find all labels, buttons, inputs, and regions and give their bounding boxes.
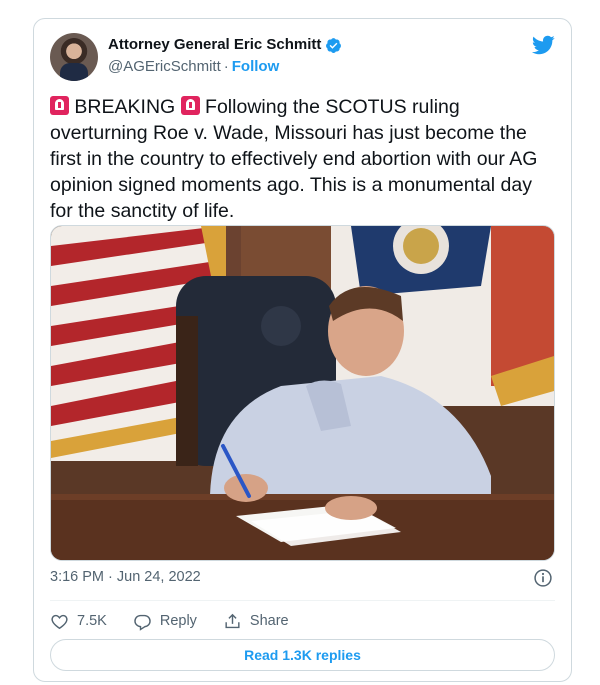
like-count: 7.5K	[77, 613, 107, 629]
tweet-timestamp[interactable]: 3:16 PM · Jun 24, 2022	[50, 569, 201, 585]
author-avatar[interactable]	[50, 33, 98, 81]
reply-button[interactable]: Reply	[133, 612, 197, 631]
tweet-header: Attorney General Eric Schmitt @AGEricSch…	[50, 33, 555, 85]
handle-row: @AGEricSchmitt · Follow	[108, 57, 342, 77]
author-name-row[interactable]: Attorney General Eric Schmitt	[108, 35, 342, 55]
tweet-card: Attorney General Eric Schmitt @AGEricSch…	[33, 18, 572, 682]
read-replies-button[interactable]: Read 1.3K replies	[50, 639, 555, 671]
tweet-actions: 7.5K Reply Share	[50, 608, 315, 634]
reply-label: Reply	[159, 613, 197, 629]
follow-link[interactable]: Follow	[232, 58, 280, 75]
share-button[interactable]: Share	[223, 612, 289, 631]
separator-dot: ·	[223, 58, 229, 75]
like-button[interactable]: 7.5K	[50, 612, 107, 631]
photo-illustration	[51, 226, 554, 560]
author-handle[interactable]: @AGEricSchmitt	[108, 58, 221, 75]
tweet-lead: BREAKING	[74, 96, 176, 118]
author-info: Attorney General Eric Schmitt @AGEricSch…	[108, 35, 342, 77]
divider	[50, 600, 555, 601]
tweet-photo[interactable]	[50, 225, 555, 561]
siren-emoji-icon	[50, 96, 69, 115]
share-icon	[225, 613, 240, 628]
verified-badge-icon	[326, 37, 342, 53]
reply-icon	[134, 614, 151, 631]
info-icon[interactable]	[533, 568, 553, 588]
twitter-bird-icon[interactable]	[531, 33, 555, 57]
siren-emoji-icon	[180, 96, 200, 115]
author-display-name[interactable]: Attorney General Eric Schmitt	[108, 35, 321, 55]
share-label: Share	[249, 613, 289, 629]
tweet-text: BREAKING Following the SCOTUS ruling ove…	[50, 94, 555, 224]
heart-icon	[51, 614, 68, 629]
